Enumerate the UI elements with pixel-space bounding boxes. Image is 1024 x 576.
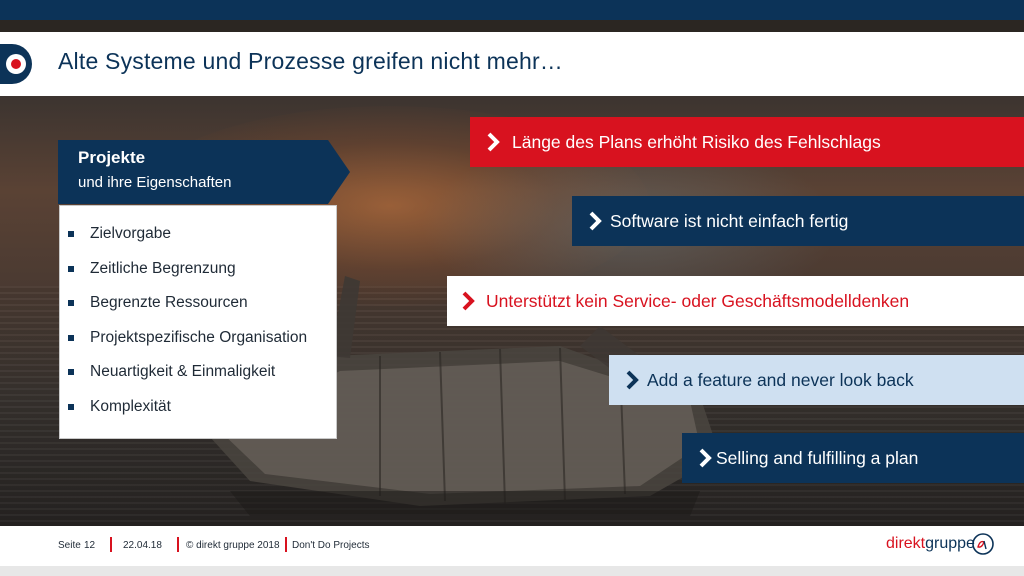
footer-page-number: 12 [84,540,96,551]
footer-separator [285,537,287,552]
projekte-list: Zielvorgabe Zeitliche Begrenzung Begrenz… [68,220,307,428]
chevron-right-icon [626,370,639,390]
brand-part1: direkt [886,535,926,552]
footer-page-label: Seite [58,540,81,551]
list-item-label: Neuartigkeit & Einmaligkeit [90,363,276,381]
list-item: Zeitliche Begrenzung [68,255,307,290]
projekte-header: Projekte und ihre Eigenschaften [58,140,350,204]
list-item-label: Projektspezifische Organisation [90,328,308,346]
chevron-right-icon [699,448,712,468]
banner-selling-plan: Selling and fulfilling a plan [682,433,1024,483]
brand-part2: gruppe [925,535,975,552]
chevron-right-icon [462,291,475,311]
list-item-label: Komplexität [90,397,171,415]
square-bullet-icon [68,300,74,307]
banner-software-not-finished: Software ist nicht einfach fertig [572,196,1024,246]
list-item-label: Begrenzte Ressourcen [90,294,248,312]
slide-title: Alte Systeme und Prozesse greifen nicht … [58,48,564,74]
footer-topic: Don't Do Projects [292,540,370,551]
footer-copyright: © direkt gruppe 2018 [186,540,280,551]
square-bullet-icon [68,369,74,376]
banner-add-feature: Add a feature and never look back [609,355,1024,405]
footer-date: 22.04.18 [123,540,162,551]
banner-text: Länge des Plans erhöht Risiko des Fehlsc… [512,131,881,152]
square-bullet-icon [68,231,74,237]
chevron-right-icon [589,211,602,231]
banner-text: Add a feature and never look back [647,369,914,390]
banner-plan-risk: Länge des Plans erhöht Risiko des Fehlsc… [470,117,1024,167]
footer-separator [177,537,179,552]
list-item-label: Zielvorgabe [90,225,171,242]
banner-text: Selling and fulfilling a plan [716,447,919,468]
top-band [0,0,1024,20]
direktgruppe-logo-icon [972,533,994,555]
square-bullet-icon [68,265,74,272]
brand-wordmark: direktgruppe [886,535,975,553]
projekte-subheading: und ihre Eigenschaften [78,174,232,191]
banner-no-service-thinking: Unterstützt kein Service- oder Geschäfts… [447,276,1024,326]
list-item: Begrenzte Ressourcen [68,289,307,324]
footer-separator [110,537,112,552]
chevron-right-icon [487,132,500,152]
projekte-heading: Projekte [78,148,146,167]
logo-dot [11,59,21,69]
banner-text: Unterstützt kein Service- oder Geschäfts… [486,290,910,311]
list-item: Komplexität [68,393,307,428]
banner-text: Software ist nicht einfach fertig [610,210,849,231]
square-bullet-icon [68,403,74,410]
list-item-label: Zeitliche Begrenzung [90,259,236,277]
bottom-band [0,566,1024,576]
list-item: Neuartigkeit & Einmaligkeit [68,358,307,393]
list-item: Zielvorgabe [68,220,307,255]
projekte-list-box: Zielvorgabe Zeitliche Begrenzung Begrenz… [59,205,337,439]
list-item: Projektspezifische Organisation [68,324,307,359]
square-bullet-icon [68,334,74,341]
